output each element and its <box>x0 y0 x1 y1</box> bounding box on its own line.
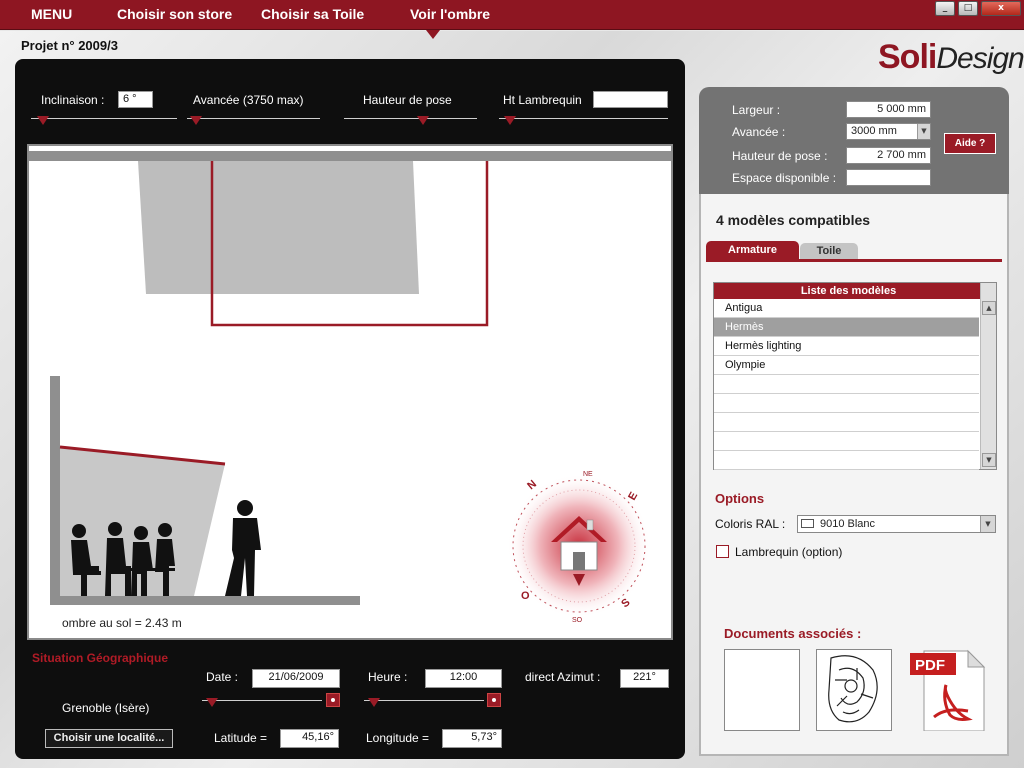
menu-item-choisir-store[interactable]: Choisir son store <box>117 6 232 22</box>
list-item[interactable] <box>714 394 979 413</box>
avancee-slider-thumb[interactable] <box>190 116 202 125</box>
hauteur-label: Hauteur de pose <box>363 93 452 107</box>
azimut-value: 221° <box>620 669 669 688</box>
model-list-header: Liste des modèles <box>714 283 983 299</box>
choose-location-button[interactable]: Choisir une localité... <box>45 729 173 748</box>
active-menu-pointer <box>426 30 440 39</box>
largeur-label: Largeur : <box>732 103 781 117</box>
lambrequin-height-label: Ht Lambrequin <box>503 93 582 107</box>
tab-underline <box>706 259 1002 262</box>
scroll-up-icon[interactable]: ▲ <box>982 301 996 315</box>
minimize-button[interactable]: _ <box>935 1 955 16</box>
avancee-label: Avancée (3750 max) <box>193 93 304 107</box>
lambrequin-slider-thumb[interactable] <box>504 116 516 125</box>
lambrequin-label: Lambrequin (option) <box>735 545 843 559</box>
espace-input[interactable] <box>846 169 931 186</box>
hauteur-dim-input[interactable]: 2 700 mm <box>846 147 931 164</box>
chevron-down-icon[interactable]: ▼ <box>980 516 995 532</box>
inclinaison-slider-track[interactable] <box>31 118 177 119</box>
date-slider-thumb[interactable] <box>206 698 218 707</box>
ground-shadow-readout: ombre au sol = 2.43 m <box>62 616 182 630</box>
hauteur-slider-track[interactable] <box>344 118 477 119</box>
top-view-shadow <box>138 161 419 294</box>
heure-slider-end-button[interactable] <box>487 693 501 707</box>
shade-drawing-canvas: N E S O NE SO <box>27 144 673 640</box>
list-item[interactable] <box>714 413 979 432</box>
compass-ne-label: NE <box>583 471 593 478</box>
list-item[interactable]: Hermès lighting <box>714 337 979 356</box>
latitude-label: Latitude = <box>214 731 268 745</box>
svg-text:PDF: PDF <box>915 657 945 674</box>
close-button[interactable]: x <box>981 1 1021 16</box>
list-item[interactable]: Hermès <box>714 318 979 337</box>
compass-south-label: S <box>619 596 632 610</box>
lambrequin-slider-track[interactable] <box>499 118 668 119</box>
geo-section-title: Situation Géographique <box>32 651 169 665</box>
documents-title: Documents associés : <box>724 626 862 641</box>
menu-item-menu[interactable]: MENU <box>31 6 72 22</box>
document-thumbnail-blank[interactable] <box>724 649 800 731</box>
tab-armature[interactable]: Armature <box>706 241 799 260</box>
menu-item-choisir-toile[interactable]: Choisir sa Toile <box>261 6 364 22</box>
maximize-button[interactable]: □ <box>958 1 978 16</box>
compass-rose: N E S O NE SO <box>507 471 651 624</box>
heure-label: Heure : <box>368 670 408 684</box>
inclinaison-slider-thumb[interactable] <box>37 116 49 125</box>
hauteur-dim-label: Hauteur de pose : <box>732 149 828 163</box>
shade-scene: N E S O NE SO <box>29 151 671 624</box>
color-swatch-icon <box>801 519 814 528</box>
avancee-slider-track[interactable] <box>187 118 320 119</box>
list-item[interactable]: Olympie <box>714 356 979 375</box>
hauteur-slider-thumb[interactable] <box>417 116 429 125</box>
lambrequin-checkbox[interactable] <box>716 545 729 558</box>
lambrequin-height-input[interactable] <box>593 91 668 108</box>
menu-item-voir-ombre[interactable]: Voir l'ombre <box>410 6 490 22</box>
inclinaison-label: Inclinaison : <box>41 93 105 107</box>
technical-drawing-icon <box>828 655 878 723</box>
date-label: Date : <box>206 670 239 684</box>
latitude-value: 45,16° <box>280 729 339 748</box>
chevron-down-icon[interactable]: ▼ <box>917 124 930 139</box>
city-name: Grenoble (Isère) <box>62 701 150 715</box>
side-view-wall <box>50 376 60 596</box>
avancee-dim-label: Avancée : <box>732 125 786 139</box>
scroll-down-icon[interactable]: ▼ <box>982 453 996 467</box>
pdf-icon[interactable]: PDF <box>910 649 986 732</box>
compass-west-label: O <box>521 590 530 602</box>
heure-slider-thumb[interactable] <box>368 698 380 707</box>
list-item[interactable] <box>714 451 979 470</box>
help-button[interactable]: Aide ? <box>944 133 996 154</box>
side-view-ground <box>50 596 360 605</box>
compass-so-label: SO <box>572 617 583 624</box>
project-title: Projet n° 2009/3 <box>21 38 118 53</box>
solidesign-logo: SoliDesign <box>878 38 1024 76</box>
date-input[interactable]: 21/06/2009 <box>252 669 340 688</box>
model-list-scrollbar[interactable]: ▲ ▼ <box>980 283 996 469</box>
tab-toile[interactable]: Toile <box>800 243 858 260</box>
date-slider-end-button[interactable] <box>326 693 340 707</box>
list-item[interactable]: Antigua <box>714 299 979 318</box>
espace-label: Espace disponible : <box>732 171 837 185</box>
coloris-label: Coloris RAL : <box>715 517 786 531</box>
options-title: Options <box>715 491 765 506</box>
longitude-label: Longitude = <box>366 731 430 745</box>
largeur-input[interactable]: 5 000 mm <box>846 101 931 118</box>
longitude-value: 5,73° <box>442 729 502 748</box>
heure-input[interactable]: 12:00 <box>425 669 502 688</box>
list-item[interactable] <box>714 375 979 394</box>
inclinaison-input[interactable]: 6 ° <box>118 91 153 108</box>
azimut-label: direct Azimut : <box>525 670 601 684</box>
coloris-select[interactable]: 9010 Blanc <box>797 515 996 533</box>
date-slider-track[interactable] <box>202 700 322 701</box>
top-menu-bar: MENU Choisir son store Choisir sa Toile … <box>0 0 1024 30</box>
top-wall-bar <box>29 151 671 161</box>
document-thumbnail-drawing[interactable] <box>816 649 892 731</box>
compatible-models-count: 4 modèles compatibles <box>716 212 871 228</box>
list-item[interactable] <box>714 432 979 451</box>
heure-slider-track[interactable] <box>364 700 484 701</box>
